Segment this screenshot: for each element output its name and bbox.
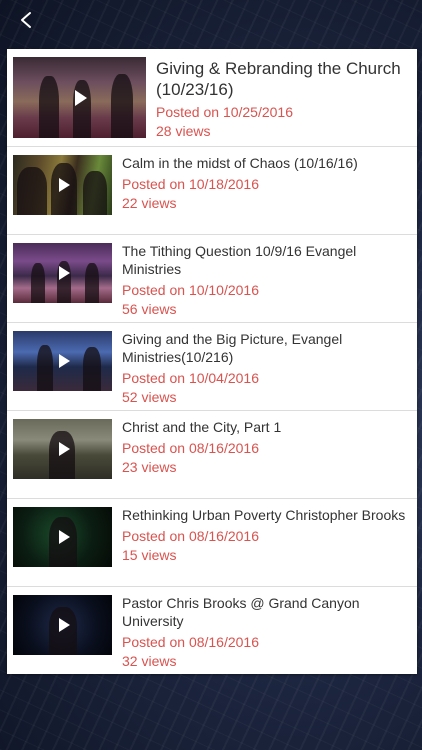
play-icon	[58, 266, 70, 280]
video-title: Giving & Rebranding the Church (10/23/16…	[156, 59, 401, 99]
video-list: Giving & Rebranding the Church (10/23/16…	[7, 49, 417, 674]
video-title: Calm in the midst of Chaos (10/16/16)	[122, 155, 358, 171]
video-item[interactable]: Giving & Rebranding the Church (10/23/16…	[7, 49, 417, 147]
video-posted-date: Posted on 08/16/2016	[122, 440, 260, 456]
top-bar	[0, 0, 422, 46]
play-icon	[74, 89, 87, 106]
video-views: 23 views	[122, 459, 177, 475]
video-views: 52 views	[122, 389, 177, 405]
play-icon	[58, 530, 70, 544]
play-icon	[58, 618, 70, 632]
video-views: 56 views	[122, 301, 177, 317]
video-views: 32 views	[122, 653, 177, 669]
video-item[interactable]: The Tithing Question 10/9/16 Evangel Min…	[7, 235, 417, 323]
video-item[interactable]: Pastor Chris Brooks @ Grand Canyon Unive…	[7, 587, 417, 674]
video-title: Rethinking Urban Poverty Christopher Bro…	[122, 507, 406, 523]
video-info: Christ and the City, Part 1 Posted on 08…	[122, 418, 412, 477]
video-info: Rethinking Urban Poverty Christopher Bro…	[122, 506, 412, 565]
back-button[interactable]	[12, 8, 40, 36]
chevron-left-icon	[19, 11, 33, 34]
video-title: Pastor Chris Brooks @ Grand Canyon Unive…	[122, 595, 360, 629]
video-info: Giving and the Big Picture, Evangel Mini…	[122, 330, 412, 407]
video-views: 28 views	[156, 123, 211, 139]
video-item[interactable]: Rethinking Urban Poverty Christopher Bro…	[7, 499, 417, 587]
video-views: 22 views	[122, 195, 177, 211]
video-posted-date: Posted on 10/18/2016	[122, 176, 260, 192]
video-info: The Tithing Question 10/9/16 Evangel Min…	[122, 242, 412, 319]
video-title: Christ and the City, Part 1	[122, 419, 282, 435]
play-icon	[58, 442, 70, 456]
video-info: Giving & Rebranding the Church (10/23/16…	[156, 58, 412, 141]
video-thumbnail[interactable]	[13, 507, 112, 567]
play-icon	[58, 354, 70, 368]
video-views: 15 views	[122, 547, 177, 563]
video-thumbnail[interactable]	[13, 595, 112, 655]
video-posted-date: Posted on 08/16/2016	[122, 528, 260, 544]
video-posted-date: Posted on 08/16/2016	[122, 634, 260, 650]
video-title: Giving and the Big Picture, Evangel Mini…	[122, 331, 343, 365]
video-thumbnail[interactable]	[13, 243, 112, 303]
video-thumbnail[interactable]	[13, 57, 146, 138]
video-posted-date: Posted on 10/25/2016	[156, 104, 294, 120]
video-thumbnail[interactable]	[13, 331, 112, 391]
video-info: Calm in the midst of Chaos (10/16/16) Po…	[122, 154, 412, 213]
video-thumbnail[interactable]	[13, 419, 112, 479]
video-posted-date: Posted on 10/10/2016	[122, 282, 260, 298]
video-thumbnail[interactable]	[13, 155, 112, 215]
video-info: Pastor Chris Brooks @ Grand Canyon Unive…	[122, 594, 412, 671]
video-item[interactable]: Calm in the midst of Chaos (10/16/16) Po…	[7, 147, 417, 235]
video-title: The Tithing Question 10/9/16 Evangel Min…	[122, 243, 357, 277]
play-icon	[58, 178, 70, 192]
video-item[interactable]: Giving and the Big Picture, Evangel Mini…	[7, 323, 417, 411]
video-item[interactable]: Christ and the City, Part 1 Posted on 08…	[7, 411, 417, 499]
video-posted-date: Posted on 10/04/2016	[122, 370, 260, 386]
